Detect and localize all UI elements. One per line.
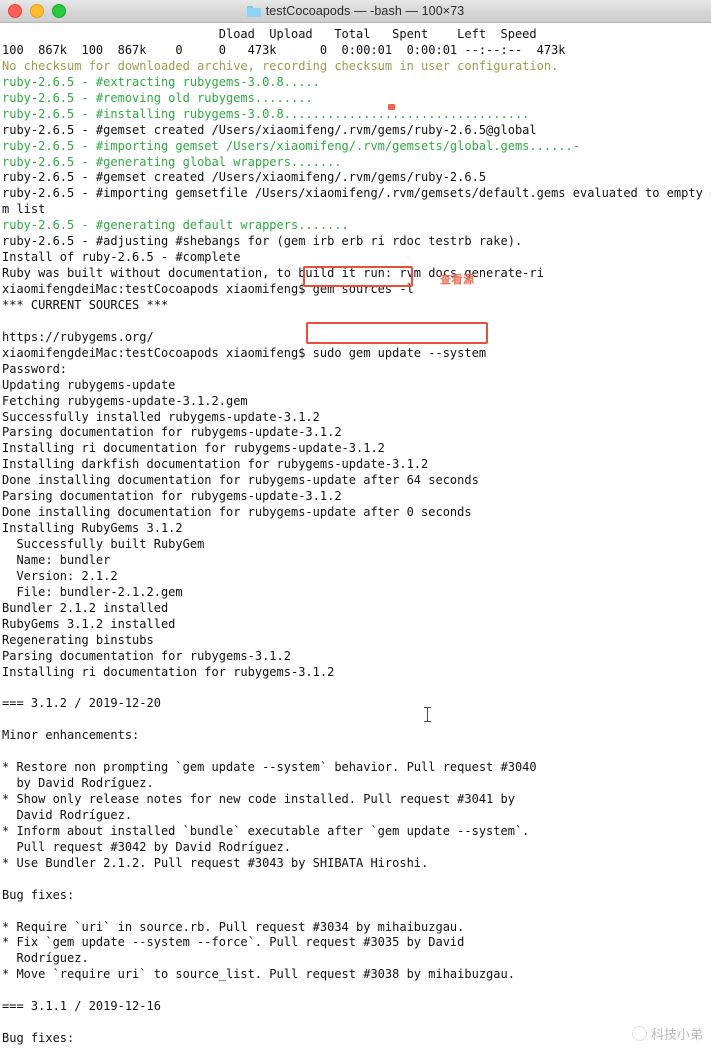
terminal-line: xiaomifengdeiMac:testCocoapods xiaomifen…	[2, 345, 487, 360]
terminal-line: by David Rodríguez.	[2, 776, 154, 791]
terminal-line: Successfully built RubyGem	[2, 537, 205, 551]
terminal-line: Done installing documentation for rubyge…	[2, 473, 479, 488]
window-title-group: testCocoapods — -bash — 100×73	[0, 0, 711, 22]
terminal-line: Version: 2.1.2	[2, 568, 118, 583]
terminal-line: * Use Bundler 2.1.2. Pull request #3043 …	[2, 855, 429, 870]
terminal-line: * Require `uri` in source.rb. Pull reque…	[2, 919, 465, 934]
terminal-line: Bug fixes:	[2, 1031, 75, 1046]
terminal-line: ruby-2.6.5 - #extracting rubygems-3.0.8.…	[2, 74, 320, 89]
terminal-line: David Rodríguez.	[2, 807, 133, 822]
terminal-line: ruby-2.6.5 - #generating default wrapper…	[2, 218, 349, 233]
terminal-line: Done installing documentation for rubyge…	[2, 505, 472, 520]
annotation-label-view-source: 查看源	[440, 274, 475, 286]
terminal-line: Parsing documentation for rubygems-updat…	[2, 425, 342, 440]
terminal-line: ruby-2.6.5 - #gemset created /Users/xiao…	[2, 170, 487, 185]
terminal-line: ruby-2.6.5 - #gemset created /Users/xiao…	[2, 122, 537, 137]
terminal-line: *** CURRENT SOURCES ***	[2, 297, 169, 312]
terminal-line: ruby-2.6.5 - #installing rubygems-3.0.8.…	[2, 106, 530, 121]
terminal-line: RubyGems 3.1.2 installed	[2, 616, 176, 631]
terminal-line: No checksum for downloaded archive, reco…	[2, 58, 559, 73]
terminal-line: xiaomifengdeiMac:testCocoapods xiaomifen…	[2, 282, 414, 296]
terminal-window: testCocoapods — -bash — 100×73 Dload Upl…	[0, 0, 711, 1052]
window-titlebar[interactable]: testCocoapods — -bash — 100×73	[0, 0, 711, 23]
terminal-line: Bug fixes:	[2, 887, 75, 902]
terminal-line: Install of ruby-2.6.5 - #complete	[2, 250, 241, 265]
terminal-line: ruby-2.6.5 - #generating global wrappers…	[2, 154, 342, 169]
terminal-line: ruby-2.6.5 - #adjusting #shebangs for (g…	[2, 234, 523, 249]
zoom-button-icon[interactable]	[52, 4, 66, 18]
terminal-line: * Fix `gem update --system --force`. Pul…	[2, 935, 465, 950]
terminal-line: Updating rubygems-update	[2, 377, 176, 392]
terminal-line: Installing ri documentation for rubygems…	[2, 441, 385, 456]
annotation-marker-dot	[388, 104, 395, 110]
window-title: testCocoapods — -bash — 100×73	[265, 4, 465, 18]
close-button-icon[interactable]	[8, 4, 22, 18]
terminal-line: Name: bundler	[2, 552, 111, 567]
terminal-line: Regenerating binstubs	[2, 632, 154, 647]
terminal-line: * Inform about installed `bundle` execut…	[2, 823, 530, 838]
terminal-line: Installing RubyGems 3.1.2	[2, 521, 183, 536]
folder-icon	[246, 5, 261, 17]
window-controls[interactable]	[8, 0, 66, 22]
terminal-line: m list	[2, 202, 46, 217]
terminal-line: Bundler 2.1.2 installed	[2, 600, 169, 615]
terminal-line: === 3.1.1 / 2019-12-16	[2, 999, 161, 1014]
terminal-line: * Move `require uri` to source_list. Pul…	[2, 967, 515, 982]
terminal-line: Pull request #3042 by David Rodríguez.	[2, 839, 291, 854]
terminal-line: === 3.1.2 / 2019-12-20	[2, 696, 161, 711]
terminal-line: Installing darkfish documentation for ru…	[2, 457, 429, 472]
terminal-line: Ruby was built without documentation, to…	[2, 266, 544, 281]
terminal-line: File: bundler-2.1.2.gem	[2, 584, 183, 599]
terminal-line: Password:	[2, 361, 68, 376]
terminal-line: Dload Upload Total Spent Left Speed	[2, 27, 537, 41]
terminal-line: ruby-2.6.5 - #importing gemset /Users/xi…	[2, 138, 580, 153]
terminal-line: Rodríguez.	[2, 951, 89, 966]
terminal-line: Fetching rubygems-update-3.1.2.gem	[2, 393, 248, 408]
minimize-button-icon[interactable]	[30, 4, 44, 18]
terminal-line: ruby-2.6.5 - #importing gemsetfile /User…	[2, 186, 711, 201]
terminal-line: Installing ri documentation for rubygems…	[2, 664, 335, 679]
terminal-line: ruby-2.6.5 - #removing old rubygems.....…	[2, 90, 313, 105]
terminal-line: * Restore non prompting `gem update --sy…	[2, 760, 537, 775]
terminal-output: Dload Upload Total Spent Left Speed 100 8…	[2, 27, 711, 1052]
terminal-line: 100 867k 100 867k 0 0 473k 0 0:00:01 0:0…	[2, 42, 566, 57]
terminal-line: https://rubygems.org/	[2, 329, 154, 344]
terminal-content[interactable]: Dload Upload Total Spent Left Speed 100 8…	[0, 23, 711, 1052]
terminal-line: Minor enhancements:	[2, 728, 140, 743]
terminal-line: Successfully installed rubygems-update-3…	[2, 409, 320, 424]
terminal-line: * Show only release notes for new code i…	[2, 792, 515, 806]
terminal-line: Parsing documentation for rubygems-updat…	[2, 489, 342, 504]
terminal-line: Parsing documentation for rubygems-3.1.2	[2, 648, 291, 663]
